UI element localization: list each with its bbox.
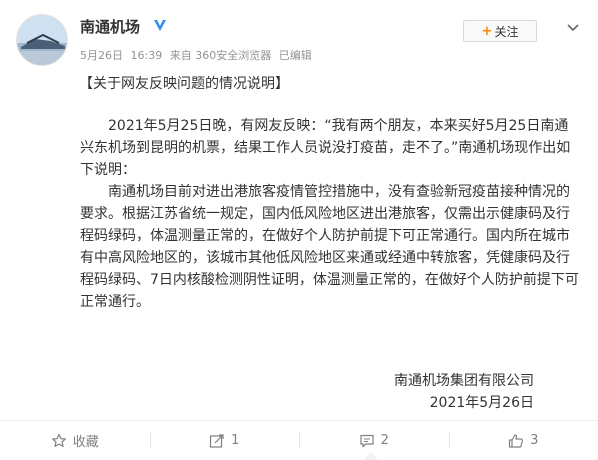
like-icon (509, 433, 524, 448)
signature-block: 南通机场集团有限公司 2021年5月26日 (394, 370, 534, 414)
favorite-button[interactable]: 收藏 (0, 421, 150, 460)
avatar[interactable] (16, 14, 68, 66)
author-name[interactable]: 南通机场 (80, 16, 140, 37)
star-icon (51, 433, 66, 447)
verified-icon (154, 20, 166, 31)
edited-label[interactable]: 已编辑 (279, 49, 312, 62)
post-meta: 5月26日 16:39 来自 360安全浏览器 已编辑 (80, 47, 316, 63)
signature-org: 南通机场集团有限公司 (394, 373, 534, 389)
comment-count: 2 (380, 433, 389, 448)
paragraph: 南通机场目前对进出港旅客疫情管控措施中，没有查验新冠疫苗接种情况的要求。根据江苏… (80, 184, 579, 310)
favorite-label: 收藏 (72, 435, 99, 450)
plus-icon: + (481, 23, 493, 39)
like-count: 3 (530, 433, 539, 448)
signature-date: 2021年5月26日 (429, 395, 534, 411)
paragraph: 2021年5月25日晚，有网友反映：“我有两个朋友，本来买好5月25日南通兴东机… (80, 118, 571, 178)
repost-count: 1 (231, 433, 240, 448)
post-body: 2021年5月25日晚，有网友反映：“我有两个朋友，本来买好5月25日南通兴东机… (80, 115, 580, 313)
chevron-down-icon[interactable] (564, 18, 582, 36)
post-date[interactable]: 5月26日 (80, 49, 123, 62)
follow-button[interactable]: + 关注 (463, 20, 537, 42)
repost-button[interactable]: 1 (149, 421, 300, 460)
action-bar: 收藏 1 2 3 (0, 420, 598, 460)
post-time[interactable]: 16:39 (131, 49, 163, 62)
repost-icon (210, 433, 224, 448)
post-headline: 【关于网友反映问题的情况说明】 (79, 76, 289, 92)
follow-label: 关注 (494, 24, 519, 39)
comment-pointer (364, 452, 378, 460)
weibo-post: 南通机场 5月26日 16:39 来自 360安全浏览器 已编辑 + 关注 【关… (0, 0, 598, 460)
like-button[interactable]: 3 (448, 421, 598, 460)
post-source: 来自 360安全浏览器 (169, 49, 272, 62)
comment-icon (360, 434, 374, 447)
